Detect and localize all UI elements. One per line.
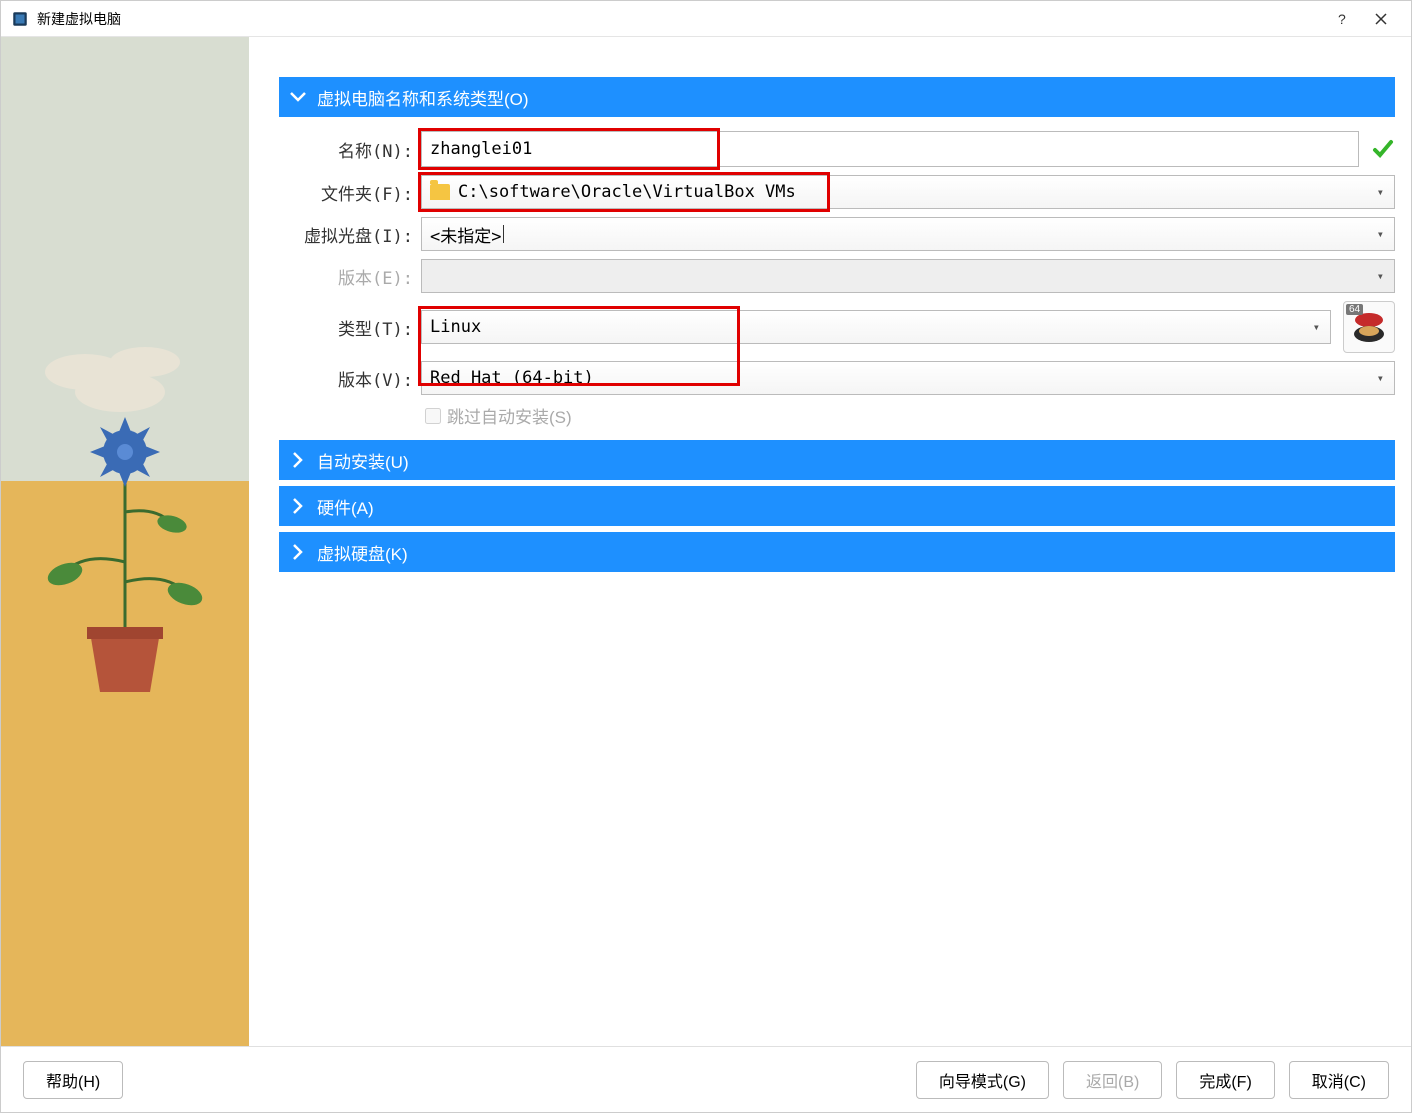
section-name-os-label: 虚拟电脑名称和系统类型(O) [317, 85, 529, 110]
iso-select[interactable]: <未指定> ▾ [421, 217, 1395, 251]
iso-label: 虚拟光盘(I): [279, 222, 421, 247]
chevron-right-icon [287, 497, 309, 515]
cancel-button[interactable]: 取消(C) [1289, 1061, 1389, 1099]
section-name-os[interactable]: 虚拟电脑名称和系统类型(O) [279, 77, 1395, 117]
help-button[interactable]: ? [1321, 4, 1361, 34]
wizard-mode-button[interactable]: 向导模式(G) [916, 1061, 1049, 1099]
titlebar: 新建虚拟电脑 ? [1, 1, 1411, 37]
type-label: 类型(T): [279, 315, 421, 340]
chevron-down-icon: ▾ [1377, 227, 1384, 241]
row-type: 类型(T): Linux ▾ 64 [279, 301, 1395, 353]
dialog-window: 新建虚拟电脑 ? [0, 0, 1412, 1113]
folder-value: C:\software\Oracle\VirtualBox VMs [458, 182, 796, 202]
os-bits-badge: 64 [1346, 304, 1363, 315]
version-label: 版本(V): [279, 366, 421, 391]
chevron-down-icon: ▾ [1377, 269, 1384, 283]
section-hardware-label: 硬件(A) [317, 494, 374, 519]
row-name: 名称(N): [279, 131, 1395, 167]
type-value: Linux [430, 317, 481, 337]
version-select[interactable]: Red Hat (64-bit) ▾ [421, 361, 1395, 395]
chevron-right-icon [287, 451, 309, 469]
folder-icon [430, 184, 450, 200]
name-input[interactable] [421, 131, 1359, 167]
section-auto-install-label: 自动安装(U) [317, 448, 409, 473]
folder-label: 文件夹(F): [279, 180, 421, 205]
plant-icon [25, 322, 225, 722]
row-edition: 版本(E): ▾ [279, 259, 1395, 293]
form-area: 名称(N): 文件夹(F): C:\software\Or [279, 123, 1395, 434]
row-iso: 虚拟光盘(I): <未指定> ▾ [279, 217, 1395, 251]
row-version: 版本(V): Red Hat (64-bit) ▾ [279, 361, 1395, 395]
bottom-bar: 帮助(H) 向导模式(G) 返回(B) 完成(F) 取消(C) [1, 1046, 1411, 1112]
cursor-caret [503, 225, 504, 243]
chevron-right-icon [287, 543, 309, 561]
window-title: 新建虚拟电脑 [37, 9, 1321, 29]
section-virtual-disk-label: 虚拟硬盘(K) [317, 540, 408, 565]
app-icon [11, 10, 29, 28]
chevron-down-icon: ▾ [1377, 185, 1384, 199]
skip-auto-label: 跳过自动安装(S) [447, 403, 572, 428]
section-auto-install[interactable]: 自动安装(U) [279, 440, 1395, 480]
chevron-down-icon: ▾ [1377, 371, 1384, 385]
chevron-down-icon: ▾ [1313, 320, 1320, 334]
folder-select[interactable]: C:\software\Oracle\VirtualBox VMs ▾ [421, 175, 1395, 209]
checkmark-icon [1371, 137, 1395, 161]
row-folder: 文件夹(F): C:\software\Oracle\VirtualBox VM… [279, 175, 1395, 209]
back-button: 返回(B) [1063, 1061, 1162, 1099]
name-label: 名称(N): [279, 137, 421, 162]
os-icon: 64 [1343, 301, 1395, 353]
finish-button[interactable]: 完成(F) [1176, 1061, 1274, 1099]
edition-select: ▾ [421, 259, 1395, 293]
skip-auto-checkbox [425, 408, 441, 424]
chevron-down-icon [287, 91, 309, 103]
svg-text:?: ? [1338, 12, 1346, 26]
close-button[interactable] [1361, 4, 1401, 34]
edition-label: 版本(E): [279, 264, 421, 289]
version-value: Red Hat (64-bit) [430, 368, 594, 388]
type-select[interactable]: Linux ▾ [421, 310, 1331, 344]
section-hardware[interactable]: 硬件(A) [279, 486, 1395, 526]
iso-value: <未指定> [430, 222, 501, 247]
row-skip-auto: 跳过自动安装(S) [279, 403, 1395, 428]
main-area: 虚拟电脑名称和系统类型(O) 名称(N): 文件夹(F): [1, 37, 1411, 1046]
content-panel: 虚拟电脑名称和系统类型(O) 名称(N): 文件夹(F): [249, 37, 1411, 1046]
sidebar-illustration [1, 37, 249, 1046]
help-button-bottom[interactable]: 帮助(H) [23, 1061, 123, 1099]
section-virtual-disk[interactable]: 虚拟硬盘(K) [279, 532, 1395, 572]
